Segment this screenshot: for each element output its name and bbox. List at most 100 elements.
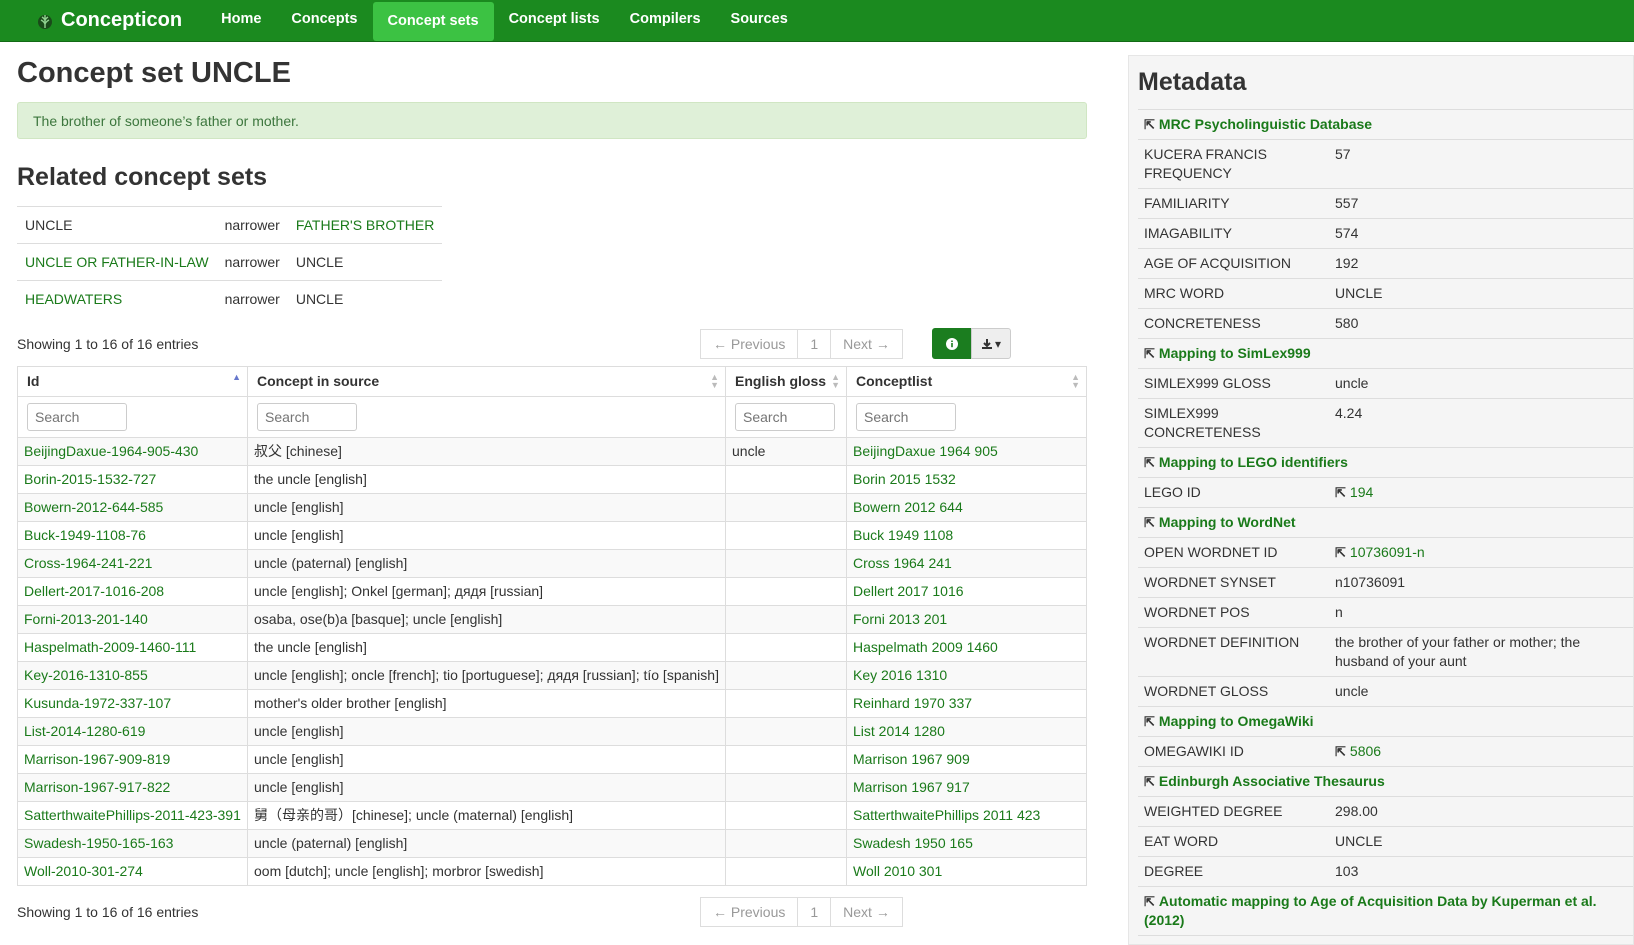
search-concept-input[interactable] <box>257 402 357 431</box>
cell-conceptlist[interactable]: Cross 1964 241 <box>846 548 1087 577</box>
metadata-section-link[interactable]: ⇱ Edinburgh Associative Thesaurus <box>1138 766 1633 797</box>
cell-id[interactable]: Cross-1964-241-221 <box>17 548 248 577</box>
nav-concept-sets[interactable]: Concept sets <box>372 2 494 41</box>
related-target: UNCLE <box>287 280 443 318</box>
external-link-icon: ⇱ <box>1144 515 1155 530</box>
cell-id[interactable]: Forni-2013-201-140 <box>17 604 248 633</box>
metadata-table: ⇱ MRC Psycholinguistic Database KUCERA FRA… <box>1138 109 1633 944</box>
metadata-value[interactable]: ⇱ 10736091-n <box>1329 537 1633 568</box>
next-button[interactable]: Next → <box>831 896 903 927</box>
metadata-value[interactable]: ⇱ 5806 <box>1329 736 1633 767</box>
col-id[interactable]: Id ▲ <box>17 365 248 397</box>
cell-conceptlist[interactable]: Marrison 1967 909 <box>846 744 1087 773</box>
external-link-icon: ⇱ <box>1144 774 1155 789</box>
nav-home[interactable]: Home <box>206 0 276 42</box>
metadata-section-link[interactable]: ⇱ Mapping to WordNet <box>1138 507 1633 538</box>
cell-concept: uncle [english]; Onkel [german]; дядя [r… <box>247 576 726 605</box>
cell-conceptlist[interactable]: Bowern 2012 644 <box>846 492 1087 521</box>
cell-id[interactable]: BeijingDaxue-1964-905-430 <box>17 436 248 465</box>
metadata-section-row[interactable]: ⇱ Edinburgh Associative Thesaurus <box>1138 766 1633 797</box>
prev-button[interactable]: ← Previous <box>700 328 799 359</box>
cell-id[interactable]: Marrison-1967-909-819 <box>17 744 248 773</box>
cell-id[interactable]: Key-2016-1310-855 <box>17 660 248 689</box>
caret-down-icon: ▾ <box>994 336 1002 351</box>
cell-conceptlist[interactable]: Woll 2010 301 <box>846 856 1087 886</box>
metadata-section-row[interactable]: ⇱ MRC Psycholinguistic Database <box>1138 109 1633 140</box>
info-button[interactable] <box>932 328 971 359</box>
cell-conceptlist[interactable]: BeijingDaxue 1964 905 <box>846 436 1087 465</box>
brand-name: Concepticon <box>61 9 183 31</box>
cell-id[interactable]: Buck-1949-1108-76 <box>17 520 248 549</box>
metadata-section-link[interactable]: ⇱ Mapping to SimLex999 <box>1138 338 1633 369</box>
cell-conceptlist[interactable]: Key 2016 1310 <box>846 660 1087 689</box>
metadata-section-link[interactable]: ⇱ Mapping to LEGO identifiers <box>1138 447 1633 478</box>
table-row: SatterthwaitePhillips-2011-423-391 舅（母亲的哥… <box>17 800 1087 829</box>
metadata-row: OPEN WORDNET ID ⇱ 10736091-n <box>1138 537 1633 568</box>
nav-concept-lists[interactable]: Concept lists <box>494 0 615 42</box>
metadata-section-link[interactable]: ⇱ Automatic mapping to Age of Acquisition… <box>1138 886 1633 936</box>
col-concept-in-source[interactable]: Concept in source ▲ ▼ <box>247 365 726 397</box>
col-english-gloss[interactable]: English gloss ▲ ▼ <box>725 365 847 397</box>
metadata-section-link[interactable]: ⇱ Mapping to OmegaWiki <box>1138 706 1633 737</box>
related-source[interactable]: UNCLE OR FATHER-IN-LAW <box>17 243 217 281</box>
col-conceptlist[interactable]: Conceptlist ▲ ▼ <box>846 365 1087 397</box>
page-1-button[interactable]: 1 <box>798 328 832 359</box>
search-gloss-input[interactable] <box>735 402 835 431</box>
cell-conceptlist[interactable]: Swadesh 1950 165 <box>846 828 1087 857</box>
brand-link[interactable]: Concepticon <box>36 9 182 32</box>
search-id-input[interactable] <box>27 402 127 431</box>
nav-compilers[interactable]: Compilers <box>615 0 716 42</box>
pagination-top: ← Previous 1 Next → <box>700 328 903 359</box>
metadata-section-row[interactable]: ⇱ Mapping to LEGO identifiers <box>1138 447 1633 478</box>
cell-id[interactable]: Haspelmath-2009-1460-111 <box>17 632 248 661</box>
cell-conceptlist[interactable]: Forni 2013 201 <box>846 604 1087 633</box>
page-1-button[interactable]: 1 <box>798 896 832 927</box>
metadata-key: WEIGHTED DEGREE <box>1138 796 1329 827</box>
definition-alert: The brother of someone’s father or mothe… <box>17 102 1087 139</box>
metadata-section-row[interactable]: ⇱ Mapping to OmegaWiki <box>1138 706 1633 737</box>
cell-id[interactable]: Dellert-2017-1016-208 <box>17 576 248 605</box>
cell-conceptlist[interactable]: Dellert 2017 1016 <box>846 576 1087 605</box>
related-table: UNCLE narrower FATHER'S BROTHER UNCLE OR FA… <box>17 206 443 318</box>
cell-conceptlist[interactable]: Marrison 1967 917 <box>846 772 1087 801</box>
metadata-row: IMAGABILITY 574 <box>1138 218 1633 249</box>
cell-conceptlist[interactable]: Reinhard 1970 337 <box>846 688 1087 717</box>
metadata-value-link[interactable]: 10736091-n <box>1350 544 1425 560</box>
cell-id[interactable]: Kusunda-1972-337-107 <box>17 688 248 717</box>
table-row: Cross-1964-241-221 uncle (paternal) [engl… <box>17 548 1087 577</box>
related-target[interactable]: FATHER'S BROTHER <box>287 206 443 244</box>
metadata-row: OMEGAWIKI ID ⇱ 5806 <box>1138 736 1633 767</box>
table-info-bottom: Showing 1 to 16 of 16 entries <box>17 903 199 920</box>
metadata-section-row[interactable]: ⇱ Mapping to WordNet <box>1138 507 1633 538</box>
cell-id[interactable]: Bowern-2012-644-585 <box>17 492 248 521</box>
metadata-value: 298.00 <box>1329 796 1633 827</box>
cell-id[interactable]: SatterthwaitePhillips-2011-423-391 <box>17 800 248 829</box>
metadata-section-row[interactable]: ⇱ Mapping to SimLex999 <box>1138 338 1633 369</box>
cell-id[interactable]: Borin-2015-1532-727 <box>17 464 248 493</box>
cell-id[interactable]: Swadesh-1950-165-163 <box>17 828 248 857</box>
metadata-value-link[interactable]: 5806 <box>1350 743 1381 759</box>
table-row: Kusunda-1972-337-107 mother's older broth… <box>17 688 1087 717</box>
nav-sources[interactable]: Sources <box>716 0 803 42</box>
cell-id[interactable]: List-2014-1280-619 <box>17 716 248 745</box>
cell-conceptlist[interactable]: Haspelmath 2009 1460 <box>846 632 1087 661</box>
metadata-key: CONCRETENESS <box>1138 308 1329 339</box>
search-conceptlist-input[interactable] <box>856 402 956 431</box>
metadata-value-link[interactable]: 194 <box>1350 484 1373 500</box>
metadata-section-row[interactable]: ⇱ Automatic mapping to Age of Acquisition… <box>1138 886 1633 936</box>
prev-button[interactable]: ← Previous <box>700 896 799 927</box>
download-dropdown-button[interactable]: ▾ <box>971 328 1011 359</box>
sort-asc-icon: ▲ <box>232 371 241 382</box>
related-source[interactable]: HEADWATERS <box>17 280 217 318</box>
cell-id[interactable]: Marrison-1967-917-822 <box>17 772 248 801</box>
related-source: UNCLE <box>17 206 217 244</box>
next-button[interactable]: Next → <box>831 328 903 359</box>
nav-concepts[interactable]: Concepts <box>276 0 372 42</box>
cell-conceptlist[interactable]: SatterthwaitePhillips 2011 423 <box>846 800 1087 829</box>
cell-conceptlist[interactable]: Buck 1949 1108 <box>846 520 1087 549</box>
cell-conceptlist[interactable]: Borin 2015 1532 <box>846 464 1087 493</box>
cell-id[interactable]: Woll-2010-301-274 <box>17 856 248 886</box>
cell-conceptlist[interactable]: List 2014 1280 <box>846 716 1087 745</box>
metadata-section-link[interactable]: ⇱ MRC Psycholinguistic Database <box>1138 109 1633 140</box>
metadata-value[interactable]: ⇱ 194 <box>1329 477 1633 508</box>
